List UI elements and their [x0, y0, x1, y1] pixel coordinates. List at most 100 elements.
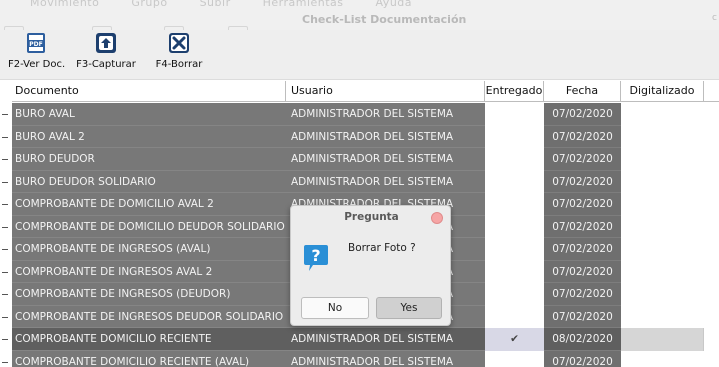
entregado-cell[interactable] — [485, 260, 544, 283]
row-indicator — [2, 159, 8, 160]
capturar-button[interactable]: F3-Capturar — [76, 32, 136, 70]
row-indicator — [2, 226, 8, 228]
digitalizado-cell[interactable] — [621, 215, 704, 238]
row-indicator — [2, 249, 8, 250]
dialog-close-button[interactable] — [431, 212, 443, 224]
background-menu-item: Grupo — [131, 0, 168, 9]
table-row[interactable]: BURO AVAL 2 ADMINISTRADOR DEL SISTEMA 07/0… — [2, 125, 719, 148]
usuario-cell[interactable]: ADMINISTRADOR DEL SISTEMA — [286, 125, 485, 148]
row-indicator — [2, 294, 8, 295]
documento-cell[interactable]: COMPROBANTE DE INGRESOS AVAL 2 — [12, 260, 286, 283]
confirm-dialog: Pregunta ? Borrar Foto ? No Yes — [290, 205, 451, 326]
usuario-cell[interactable]: ADMINISTRADOR DEL SISTEMA — [286, 328, 485, 351]
svg-text:PDF: PDF — [29, 41, 42, 48]
row-indicator — [2, 204, 8, 205]
fecha-cell[interactable]: 07/02/2020 — [544, 260, 621, 283]
documento-cell[interactable]: COMPROBANTE DE INGRESOS DEUDOR SOLIDARIO — [12, 305, 286, 328]
dialog-title: Pregunta — [344, 211, 399, 223]
row-indicator — [2, 316, 8, 318]
svg-text:?: ? — [311, 246, 320, 265]
entregado-cell[interactable] — [485, 350, 544, 367]
documento-cell[interactable]: COMPROBANTE DE INGRESOS (AVAL) — [12, 238, 286, 261]
row-indicator — [2, 339, 8, 340]
entregado-cell[interactable] — [485, 283, 544, 306]
fecha-cell[interactable]: 07/02/2020 — [544, 103, 621, 126]
entregado-cell[interactable] — [485, 103, 544, 126]
digitalizado-cell[interactable] — [621, 283, 704, 306]
usuario-cell[interactable]: ADMINISTRADOR DEL SISTEMA — [286, 103, 485, 126]
entregado-cell[interactable] — [485, 125, 544, 148]
entregado-cell[interactable] — [485, 238, 544, 261]
digitalizado-cell[interactable] — [621, 238, 704, 261]
table-row[interactable]: COMPROBANTE DOMICILIO RECIENTE (AVAL) ADM… — [2, 350, 719, 367]
column-header-documento[interactable]: Documento — [12, 81, 286, 102]
column-header-usuario[interactable]: Usuario — [286, 81, 485, 102]
fecha-cell[interactable]: 07/02/2020 — [544, 215, 621, 238]
fecha-cell[interactable]: 07/02/2020 — [544, 125, 621, 148]
documento-cell[interactable]: BURO DEUDOR — [12, 148, 286, 171]
digitalizado-cell[interactable] — [621, 170, 704, 193]
fecha-cell[interactable]: 07/02/2020 — [544, 305, 621, 328]
digitalizado-cell[interactable] — [621, 193, 704, 216]
documento-cell[interactable]: COMPROBANTE DOMICILIO RECIENTE — [12, 328, 286, 351]
window-close-mark[interactable]: c — [712, 13, 717, 23]
no-button[interactable]: No — [301, 297, 369, 319]
borrar-label: F4-Borrar — [155, 59, 203, 70]
usuario-cell[interactable]: ADMINISTRADOR DEL SISTEMA — [286, 170, 485, 193]
ver-doc-label: F2-Ver Doc. — [8, 59, 66, 70]
table-row[interactable]: COMPROBANTE DOMICILIO RECIENTE ADMINISTRA… — [2, 328, 719, 351]
fecha-cell[interactable]: 07/02/2020 — [544, 283, 621, 306]
row-indicator — [2, 181, 8, 183]
window-title: Check-List Documentación — [302, 13, 467, 26]
ver-doc-button[interactable]: PDF F2-Ver Doc. — [8, 32, 66, 70]
row-indicator — [2, 271, 8, 273]
borrar-button[interactable]: F4-Borrar — [150, 32, 208, 70]
documento-cell[interactable]: COMPROBANTE DOMICILIO RECIENTE (AVAL) — [12, 350, 286, 367]
documento-cell[interactable]: BURO AVAL — [12, 103, 286, 126]
fecha-cell[interactable]: 07/02/2020 — [544, 350, 621, 367]
fecha-cell[interactable]: 07/02/2020 — [544, 170, 621, 193]
digitalizado-cell[interactable] — [621, 328, 704, 351]
background-menu-item: Herramientas — [262, 0, 344, 9]
column-header-digitalizado[interactable]: Digitalizado — [621, 81, 704, 102]
checkmark-icon[interactable]: ✔ — [485, 328, 544, 351]
delete-icon — [169, 33, 189, 53]
digitalizado-cell[interactable] — [621, 103, 704, 126]
documento-cell[interactable]: COMPROBANTE DE DOMICILIO AVAL 2 — [12, 193, 286, 216]
capturar-label: F3-Capturar — [76, 59, 136, 70]
column-header-fecha[interactable]: Fecha — [544, 81, 621, 102]
documento-cell[interactable]: BURO AVAL 2 — [12, 125, 286, 148]
fecha-cell[interactable]: 07/02/2020 — [544, 148, 621, 171]
entregado-cell[interactable] — [485, 148, 544, 171]
grid-header: Documento Usuario Entregado Fecha Digita… — [12, 81, 719, 102]
entregado-cell[interactable] — [485, 215, 544, 238]
table-row[interactable]: BURO DEUDOR SOLIDARIO ADMINISTRADOR DEL S… — [2, 170, 719, 193]
digitalizado-cell[interactable] — [621, 125, 704, 148]
question-icon: ? — [304, 245, 328, 271]
digitalizado-cell[interactable] — [621, 305, 704, 328]
fecha-cell[interactable]: 08/02/2020 — [544, 328, 621, 351]
documento-cell[interactable]: BURO DEUDOR SOLIDARIO — [12, 170, 286, 193]
column-header-entregado[interactable]: Entregado — [485, 81, 544, 102]
fecha-cell[interactable]: 07/02/2020 — [544, 238, 621, 261]
pdf-icon: PDF — [27, 33, 45, 53]
digitalizado-cell[interactable] — [621, 350, 704, 367]
documento-cell[interactable]: COMPROBANTE DE INGRESOS (DEUDOR) — [12, 283, 286, 306]
row-indicator — [2, 114, 8, 115]
yes-button[interactable]: Yes — [376, 297, 442, 319]
row-indicator — [2, 361, 8, 363]
entregado-cell[interactable] — [485, 305, 544, 328]
table-row[interactable]: BURO DEUDOR ADMINISTRADOR DEL SISTEMA 07/0… — [2, 148, 719, 171]
documento-cell[interactable]: COMPROBANTE DE DOMICILIO DEUDOR SOLIDARI… — [12, 215, 286, 238]
usuario-cell[interactable]: ADMINISTRADOR DEL SISTEMA — [286, 350, 485, 367]
fecha-cell[interactable]: 07/02/2020 — [544, 193, 621, 216]
usuario-cell[interactable]: ADMINISTRADOR DEL SISTEMA — [286, 148, 485, 171]
capture-icon — [96, 33, 116, 53]
background-menu-item: Subir — [199, 0, 231, 9]
entregado-cell[interactable] — [485, 170, 544, 193]
digitalizado-cell[interactable] — [621, 260, 704, 283]
digitalizado-cell[interactable] — [621, 148, 704, 171]
table-row[interactable]: BURO AVAL ADMINISTRADOR DEL SISTEMA 07/02/… — [2, 103, 719, 126]
entregado-cell[interactable] — [485, 193, 544, 216]
toolbar: PDF F2-Ver Doc. F3-Capturar F4-Borrar — [0, 30, 719, 80]
